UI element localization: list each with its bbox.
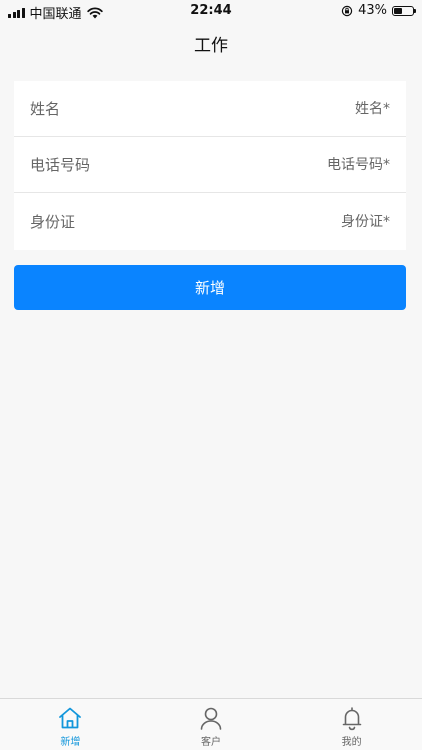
form-row-id-card: 身份证 (14, 193, 406, 250)
battery-fill (394, 7, 402, 14)
bell-icon (342, 707, 361, 731)
battery-icon (392, 5, 416, 16)
status-bar: 中国联通 22:44 43% (0, 0, 422, 22)
id-card-label: 身份证 (30, 213, 76, 231)
page-title: 工作 (194, 36, 228, 56)
form-row-name: 姓名 (14, 81, 406, 137)
tab-mine[interactable]: 我的 (281, 699, 422, 750)
tab-mine-label: 我的 (341, 737, 362, 748)
add-button[interactable]: 新增 (14, 265, 406, 310)
phone-label: 电话号码 (30, 156, 91, 174)
tab-customers-label: 客户 (201, 737, 221, 748)
name-input[interactable] (210, 100, 390, 117)
id-card-input[interactable] (210, 213, 390, 230)
home-icon (59, 707, 82, 729)
tab-customers[interactable]: 客户 (141, 699, 282, 750)
form-row-phone: 电话号码 (14, 137, 406, 193)
tab-add[interactable]: 新增 (0, 699, 141, 750)
user-icon (200, 707, 222, 730)
tab-bar: 新增 客户 我的 (0, 698, 422, 750)
customer-form: 姓名 电话号码 身份证 (14, 81, 406, 250)
phone-input[interactable] (210, 156, 390, 173)
battery-percent: 43% (358, 3, 387, 18)
rotation-lock-icon (341, 5, 353, 16)
name-label: 姓名 (30, 100, 61, 118)
app-screen: 中国联通 22:44 43% 工作 姓名 电话号码 (0, 0, 422, 750)
tab-add-label: 新增 (60, 737, 81, 748)
status-right: 43% (341, 3, 416, 18)
